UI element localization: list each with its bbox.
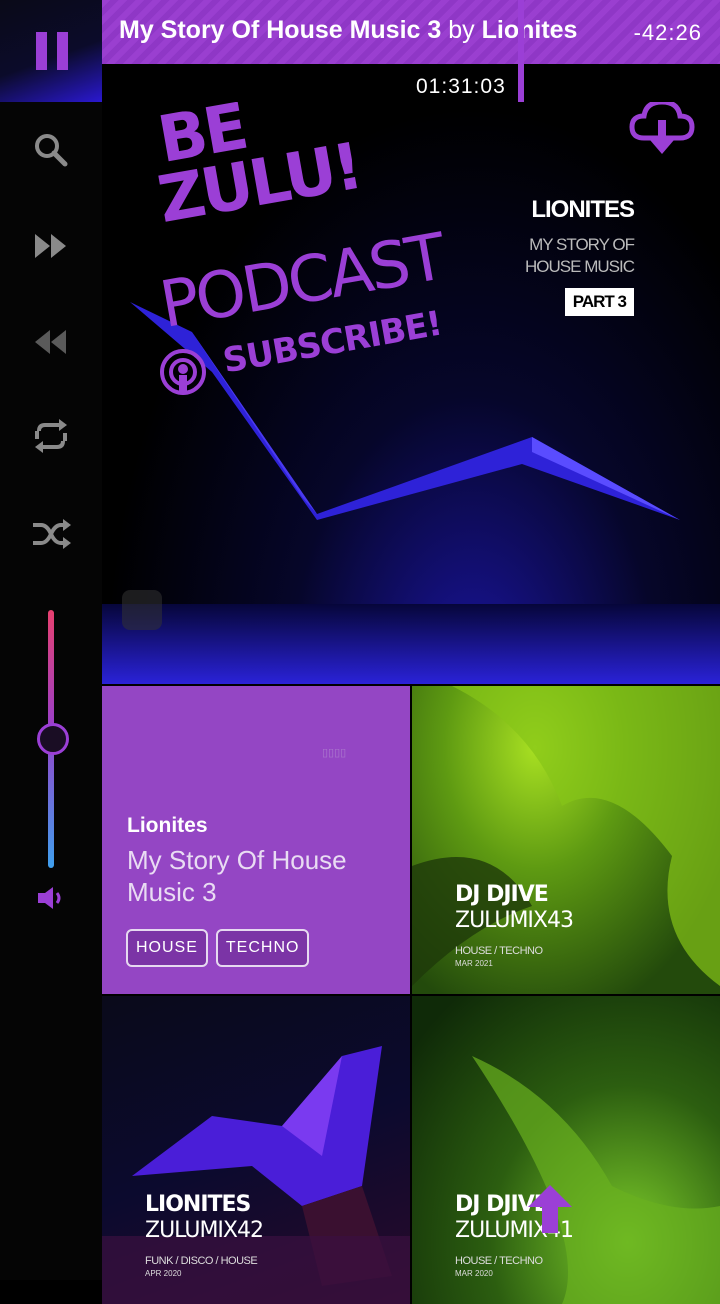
shuffle-icon	[33, 519, 71, 549]
rewind-icon	[35, 330, 66, 354]
volume-slider-knob[interactable]	[37, 723, 69, 755]
time-elapsed: 01:31:03	[416, 75, 506, 98]
volume-button[interactable]	[24, 871, 78, 925]
episode-subtitle-1: MY STORY OF	[529, 235, 635, 254]
tile-artist: LIONITES	[145, 1192, 251, 1217]
cloud-download-icon[interactable]	[628, 102, 696, 160]
tile-date: APR 2020	[145, 1269, 182, 1278]
fast-forward-icon	[35, 234, 66, 258]
repeat-button[interactable]	[24, 409, 78, 463]
fast-forward-button[interactable]	[24, 219, 78, 273]
featured-title: My Story Of House Music 3	[127, 845, 347, 907]
episode-tile[interactable]: DJ DJIVE ZULUMIX43 HOUSE / TECHNO MAR 20…	[412, 686, 720, 994]
episode-part-badge: PART 3	[564, 288, 634, 316]
scroll-to-top-arrow-icon[interactable]	[528, 1185, 572, 1233]
tile-genre: HOUSE / TECHNO	[455, 1255, 543, 1267]
tile-title: ZULUMIX43	[455, 908, 574, 933]
hero-artwork: BE ZULU! PODCAST SUBSCRIBE! LIONITES MY …	[102, 102, 720, 684]
track-title: My Story Of House Music 3	[119, 16, 442, 44]
playback-position-marker[interactable]	[518, 0, 524, 102]
tile-title: ZULUMIX42	[145, 1218, 264, 1243]
hero-floor	[102, 604, 720, 684]
episode-tile[interactable]: DJ DJIVE ZULUMIX41 HOUSE / TECHNO MAR 20…	[412, 996, 720, 1304]
zulu-watermark-logo	[122, 590, 162, 630]
tile-date: MAR 2020	[455, 1269, 493, 1278]
mini-artwork-pause-button[interactable]	[0, 0, 102, 102]
now-playing-title: My Story Of House Music 3 by Lionites	[119, 16, 577, 45]
episode-grid: ▯▯▯▯ Lionites My Story Of House Music 3 …	[102, 686, 720, 1304]
genre-tag-house[interactable]: HOUSE	[126, 929, 208, 967]
featured-artist: Lionites	[127, 814, 208, 837]
tile-genre: FUNK / DISCO / HOUSE	[145, 1255, 258, 1267]
volume-icon	[38, 887, 61, 909]
sidebar	[0, 0, 102, 1280]
tile-date: MAR 2021	[455, 959, 493, 968]
pause-icon	[36, 32, 68, 70]
search-icon	[35, 134, 68, 167]
repeat-icon	[35, 419, 67, 453]
genre-tag-techno[interactable]: TECHNO	[215, 929, 310, 967]
podcast-icon	[160, 349, 206, 395]
by-label: by	[448, 16, 475, 44]
tile-genre: HOUSE / TECHNO	[455, 945, 543, 957]
episode-tile[interactable]: LIONITES ZULUMIX42 FUNK / DISCO / HOUSE …	[102, 996, 410, 1304]
time-remaining: -42:26	[633, 20, 702, 45]
faded-art-text: ▯▯▯▯	[322, 747, 347, 759]
now-playing-bar[interactable]: My Story Of House Music 3 by Lionites -4…	[102, 0, 720, 64]
genre-tags: HOUSE TECHNO	[126, 929, 310, 967]
track-artist: Lionites	[481, 16, 578, 44]
rewind-button[interactable]	[24, 315, 78, 369]
episode-artist: LIONITES	[531, 196, 635, 223]
shuffle-button[interactable]	[24, 507, 78, 561]
featured-episode-card[interactable]: ▯▯▯▯ Lionites My Story Of House Music 3 …	[102, 686, 410, 994]
episode-art-label: LIONITES MY STORY OF HOUSE MUSIC PART 3	[525, 196, 635, 316]
tile-artist: DJ DJIVE	[455, 882, 549, 907]
episode-subtitle-2: HOUSE MUSIC	[525, 257, 635, 276]
search-button[interactable]	[24, 123, 78, 177]
